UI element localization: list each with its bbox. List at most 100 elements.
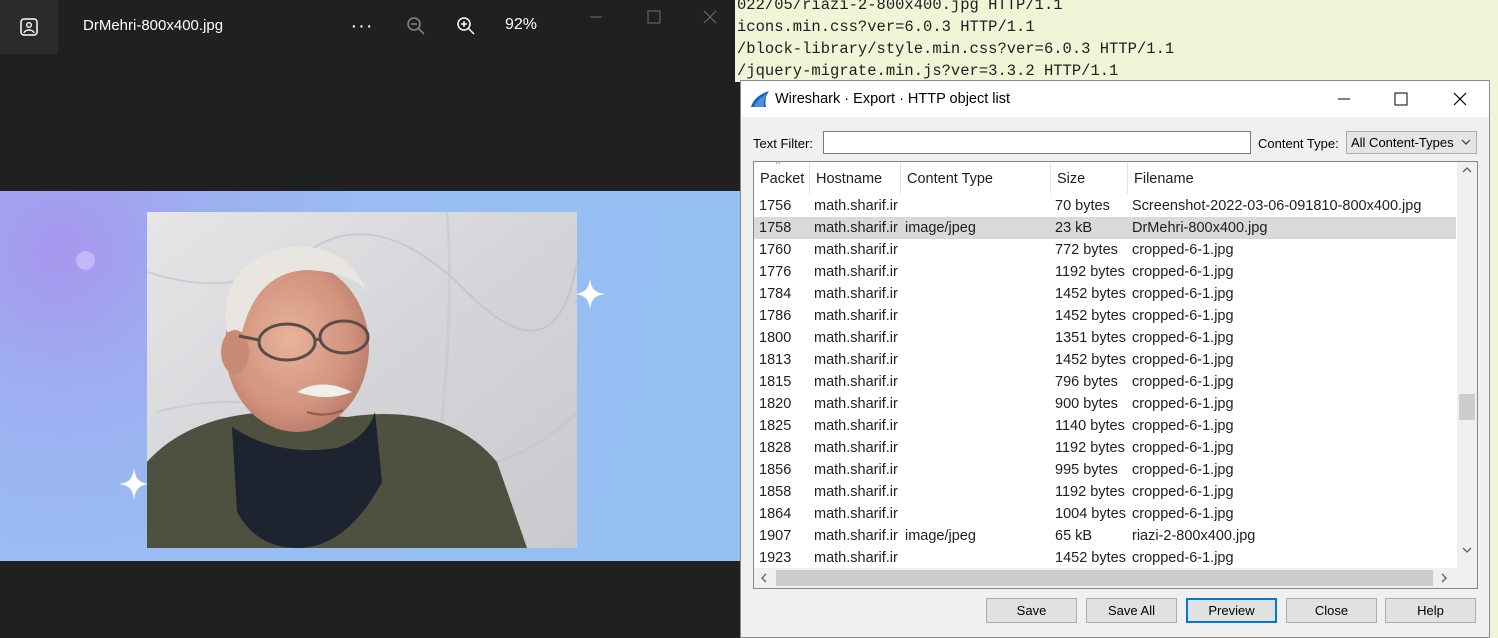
cell-size: 65 kB	[1055, 528, 1093, 544]
vertical-scrollbar[interactable]	[1457, 162, 1477, 569]
zoom-out-button[interactable]	[398, 8, 434, 44]
photo-canvas[interactable]	[0, 191, 740, 561]
close-icon	[1453, 92, 1467, 106]
gallery-button[interactable]	[0, 0, 58, 54]
cell-packet: 1856	[759, 462, 792, 478]
cell-hostname: math.sharif.ir	[814, 374, 898, 390]
column-header-content-type[interactable]: Content Type	[901, 162, 1051, 194]
sparkle-icon	[574, 278, 606, 310]
table-row[interactable]: 1828 math.sharif.ir 1192 bytes cropped-6-1.…	[754, 437, 1456, 459]
table-row[interactable]: 1758 math.sharif.ir image/jpeg 23 kB DrMehri…	[754, 217, 1456, 239]
cell-packet: 1815	[759, 374, 792, 390]
cell-size: 1192 bytes	[1055, 440, 1125, 456]
maximize-icon	[647, 10, 661, 24]
dialog-close-button[interactable]	[1437, 83, 1483, 115]
cell-packet: 1858	[759, 484, 792, 500]
cell-size: 70 bytes	[1055, 198, 1110, 214]
zoom-in-button[interactable]	[448, 8, 484, 44]
cell-size: 23 kB	[1055, 220, 1093, 236]
table-row[interactable]: 1786 math.sharif.ir 1452 bytes cropped-6-1.…	[754, 305, 1456, 327]
horizontal-scrollbar[interactable]	[754, 568, 1457, 588]
cell-hostname: math.sharif.ir	[814, 462, 898, 478]
column-header-hostname[interactable]: Hostname	[810, 162, 901, 194]
viewer-minimize-button[interactable]	[576, 4, 616, 30]
preview-button[interactable]: Preview	[1186, 598, 1277, 623]
cell-size: 772 bytes	[1055, 242, 1118, 258]
cell-filename: cropped-6-1.jpg	[1132, 264, 1234, 280]
save-all-button[interactable]: Save All	[1086, 598, 1177, 623]
cell-hostname: math.sharif.ir	[814, 308, 898, 324]
cell-hostname: math.sharif.ir	[814, 440, 898, 456]
scroll-down-icon[interactable]	[1462, 546, 1472, 554]
column-header-size[interactable]: Size	[1051, 162, 1128, 194]
cell-packet: 1776	[759, 264, 792, 280]
table-row[interactable]: 1760 math.sharif.ir 772 bytes cropped-6-1.j…	[754, 239, 1456, 261]
zoom-level[interactable]: 92%	[505, 16, 537, 34]
cell-size: 900 bytes	[1055, 396, 1118, 412]
viewer-titlebar: DrMehri-800x400.jpg ··· 92%	[0, 0, 740, 54]
table-row[interactable]: 1756 math.sharif.ir 70 bytes Screenshot-202…	[754, 195, 1456, 217]
viewer-close-button[interactable]	[690, 4, 730, 30]
cell-packet: 1813	[759, 352, 792, 368]
dialog-minimize-button[interactable]	[1321, 83, 1367, 115]
chevron-down-icon	[1461, 139, 1471, 145]
cell-filename: riazi-2-800x400.jpg	[1132, 528, 1256, 544]
table-row[interactable]: 1815 math.sharif.ir 796 bytes cropped-6-1.j…	[754, 371, 1456, 393]
cell-size: 1004 bytes	[1055, 506, 1126, 522]
decorative-dot	[76, 251, 95, 270]
cell-hostname: math.sharif.ir	[814, 418, 898, 434]
terminal-background: 022/05/riazi-2-800x400.jpg HTTP/1.1 icon…	[735, 0, 1498, 82]
terminal-line: icons.min.css?ver=6.0.3 HTTP/1.1	[737, 18, 1035, 36]
table-row[interactable]: 1776 math.sharif.ir 1192 bytes cropped-6-1.…	[754, 261, 1456, 283]
close-button[interactable]: Close	[1286, 598, 1377, 623]
viewer-maximize-button[interactable]	[634, 4, 674, 30]
table-row[interactable]: 1813 math.sharif.ir 1452 bytes cropped-6-1.…	[754, 349, 1456, 371]
column-header-packet[interactable]: ^ Packet	[754, 162, 810, 194]
cell-hostname: math.sharif.ir	[814, 198, 898, 214]
cell-filename: cropped-6-1.jpg	[1132, 440, 1234, 456]
cell-filename: cropped-6-1.jpg	[1132, 374, 1234, 390]
table-row[interactable]: 1784 math.sharif.ir 1452 bytes cropped-6-1.…	[754, 283, 1456, 305]
cell-hostname: math.sharif.ir	[814, 484, 898, 500]
horizontal-scrollbar-thumb[interactable]	[776, 570, 1433, 586]
column-header-label: Size	[1057, 171, 1086, 187]
cell-filename: cropped-6-1.jpg	[1132, 308, 1234, 324]
cell-hostname: math.sharif.ir	[814, 528, 898, 544]
vertical-scrollbar-thumb[interactable]	[1459, 394, 1475, 420]
scroll-up-icon[interactable]	[1462, 166, 1472, 174]
cell-size: 1192 bytes	[1055, 484, 1125, 500]
cell-packet: 1923	[759, 550, 792, 566]
more-button[interactable]: ···	[344, 8, 380, 44]
cell-hostname: math.sharif.ir	[814, 550, 898, 566]
cell-filename: cropped-6-1.jpg	[1132, 330, 1234, 346]
cell-packet: 1907	[759, 528, 792, 544]
scroll-left-icon[interactable]	[760, 573, 768, 583]
cell-filename: cropped-6-1.jpg	[1132, 242, 1234, 258]
cell-hostname: math.sharif.ir	[814, 220, 898, 236]
dialog-maximize-button[interactable]	[1378, 83, 1424, 115]
table-row[interactable]: 1864 math.sharif.ir 1004 bytes cropped-6-1.…	[754, 503, 1456, 525]
wireshark-fin-icon	[751, 91, 769, 107]
content-type-select[interactable]: All Content-Types	[1346, 131, 1477, 154]
table-row[interactable]: 1923 math.sharif.ir 1452 bytes cropped-6-1.…	[754, 547, 1456, 569]
text-filter-input[interactable]	[823, 131, 1251, 154]
sort-indicator-icon: ^	[776, 161, 781, 169]
cell-size: 1452 bytes	[1055, 308, 1126, 324]
table-row[interactable]: 1820 math.sharif.ir 900 bytes cropped-6-1.j…	[754, 393, 1456, 415]
table-row[interactable]: 1856 math.sharif.ir 995 bytes cropped-6-1.j…	[754, 459, 1456, 481]
column-header-filename[interactable]: Filename	[1128, 162, 1459, 194]
help-button[interactable]: Help	[1385, 598, 1476, 623]
cell-size: 1351 bytes	[1055, 330, 1126, 346]
table-row[interactable]: 1907 math.sharif.ir image/jpeg 65 kB riazi-2…	[754, 525, 1456, 547]
table-row[interactable]: 1858 math.sharif.ir 1192 bytes cropped-6-1.…	[754, 481, 1456, 503]
dialog-titlebar[interactable]: Wireshark · Export · HTTP object list	[741, 81, 1489, 117]
table-row[interactable]: 1825 math.sharif.ir 1140 bytes cropped-6-1.…	[754, 415, 1456, 437]
maximize-icon	[1394, 92, 1408, 106]
zoom-in-icon	[457, 17, 475, 35]
scroll-right-icon[interactable]	[1440, 573, 1448, 583]
cell-size: 995 bytes	[1055, 462, 1118, 478]
content-type-label: Content Type:	[1258, 136, 1339, 151]
cell-packet: 1786	[759, 308, 792, 324]
table-row[interactable]: 1800 math.sharif.ir 1351 bytes cropped-6-1.…	[754, 327, 1456, 349]
save-button[interactable]: Save	[986, 598, 1077, 623]
